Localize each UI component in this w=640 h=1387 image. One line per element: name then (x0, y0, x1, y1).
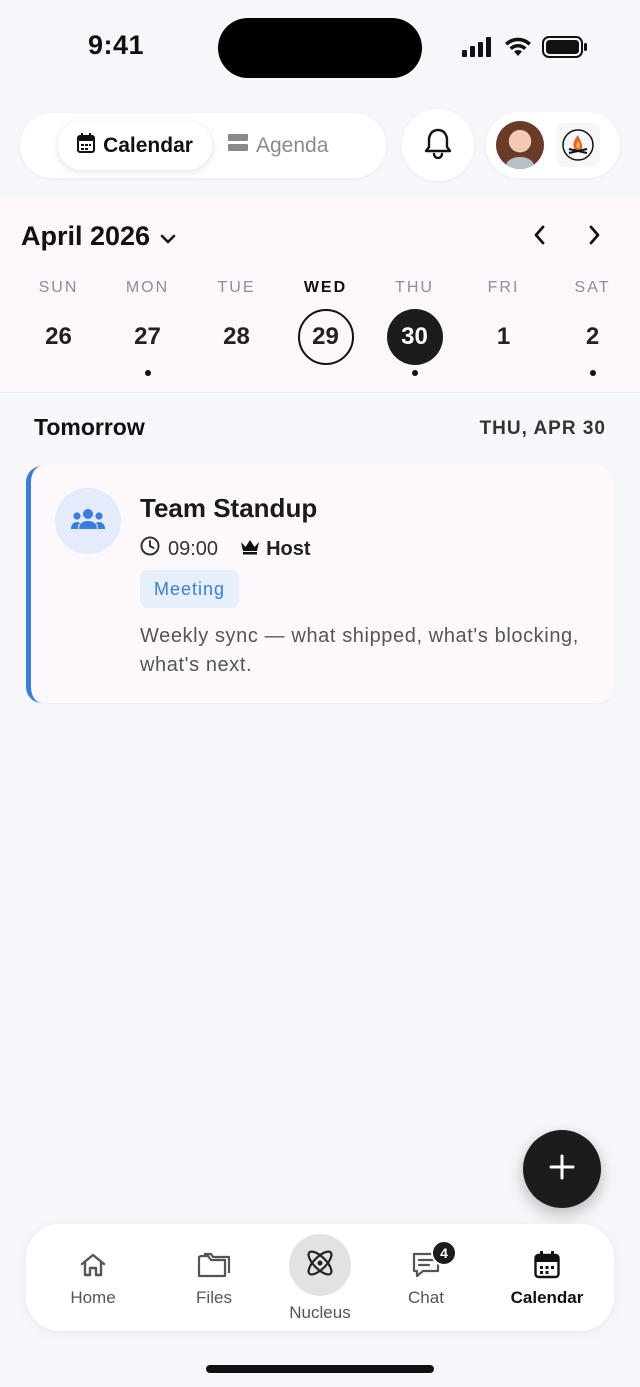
clock-icon (140, 536, 160, 562)
day-name: SUN (38, 279, 79, 296)
event-indicator-dot (589, 370, 596, 376)
home-icon (38, 1248, 148, 1282)
event-type-badge (55, 488, 121, 554)
nav-chat[interactable]: 4 Chat (371, 1224, 481, 1331)
day-name: TUE (217, 279, 256, 296)
day-mon[interactable]: MON 27 (103, 277, 192, 387)
agenda-view-tab[interactable]: Agenda (228, 121, 348, 170)
day-name: WED (303, 279, 348, 296)
nav-calendar[interactable]: Calendar (492, 1224, 602, 1331)
event-title: Team Standup (140, 493, 318, 523)
day-name: FRI (487, 279, 520, 296)
event-indicator-dot (144, 370, 151, 376)
event-category-tag: Meeting (140, 570, 240, 608)
status-time: 9:41 (88, 30, 145, 60)
campfire-logo-icon[interactable] (556, 123, 600, 167)
day-sun[interactable]: SUN 26 (14, 277, 103, 387)
day-number: 27 (134, 323, 161, 350)
event-meta: 09:00 Host (140, 536, 311, 562)
chat-icon: 4 (371, 1240, 481, 1282)
nav-home-label: Home (70, 1288, 116, 1307)
crown-icon (240, 538, 260, 561)
month-selector[interactable]: April 2026 (21, 221, 176, 252)
day-name: SAT (574, 279, 611, 296)
nav-calendar-label: Calendar (510, 1288, 584, 1307)
nav-nucleus[interactable] (289, 1234, 351, 1296)
event-indicator-dot (411, 370, 418, 376)
week-calendar: April 2026 SUN 26 MON 27 TUE 28 WED 29 T… (0, 197, 640, 393)
section-date: THU, APR 30 (479, 418, 606, 439)
group-icon (71, 508, 105, 535)
calendar-icon (77, 132, 96, 159)
day-thu[interactable]: THU 30 (370, 277, 459, 387)
event-card[interactable]: Team Standup 09:00 Host Meeting Weekly s… (26, 466, 614, 703)
nav-chat-label: Chat (408, 1288, 444, 1307)
day-wed[interactable]: WED 29 (281, 277, 370, 387)
calendar-view-label: Calendar (103, 133, 193, 157)
cellular-signal-icon (462, 37, 494, 62)
month-label: April 2026 (21, 221, 151, 251)
event-time: 09:00 (168, 537, 219, 560)
chevron-down-icon (160, 221, 176, 252)
nav-files-label: Files (196, 1288, 232, 1307)
atom-icon (303, 1246, 337, 1285)
folder-icon (159, 1248, 269, 1282)
day-number-selected: 30 (386, 309, 443, 365)
agenda-view-label: Agenda (256, 133, 329, 157)
avatar[interactable] (496, 121, 544, 169)
profile-switcher[interactable] (486, 112, 620, 178)
day-name: MON (125, 279, 170, 296)
home-indicator[interactable] (206, 1365, 434, 1373)
chevron-left-icon (532, 224, 546, 251)
bell-icon (423, 127, 453, 164)
day-number: 2 (585, 323, 600, 350)
day-fri[interactable]: FRI 1 (459, 277, 548, 387)
day-number: 26 (45, 323, 72, 350)
plus-icon (549, 1154, 575, 1185)
wifi-icon (504, 37, 532, 62)
notifications-button[interactable] (402, 109, 474, 181)
bottom-nav: Home Files Nucleus 4 Chat Calendar (26, 1224, 614, 1331)
view-toggle: Calendar Agenda (20, 113, 386, 178)
day-sat[interactable]: SAT 2 (548, 277, 637, 387)
week-row: SUN 26 MON 27 TUE 28 WED 29 THU 30 FRI 1… (14, 277, 638, 387)
status-bar: 9:41 (0, 0, 640, 96)
day-number-today: 29 (297, 309, 354, 365)
agenda-icon (228, 133, 248, 158)
nav-files[interactable]: Files (159, 1224, 269, 1331)
nav-nucleus-label: Nucleus (289, 1303, 351, 1322)
nav-home[interactable]: Home (38, 1224, 148, 1331)
day-number: 1 (496, 323, 511, 350)
event-role-label: Host (266, 537, 311, 560)
event-description: Weekly sync — what shipped, what's block… (140, 625, 579, 676)
event-role: Host (240, 537, 311, 561)
chevron-right-icon (588, 224, 602, 251)
chat-unread-badge: 4 (431, 1240, 457, 1266)
day-name: THU (395, 279, 434, 296)
calendar-view-tab[interactable]: Calendar (58, 121, 212, 170)
dynamic-island (218, 18, 422, 78)
section-title: Tomorrow (34, 414, 145, 440)
status-icons (462, 36, 588, 63)
day-tue[interactable]: TUE 28 (192, 277, 281, 387)
battery-icon (542, 36, 588, 63)
previous-week-button[interactable] (524, 219, 554, 255)
day-number: 28 (223, 323, 250, 350)
add-event-button[interactable] (523, 1130, 601, 1208)
next-week-button[interactable] (580, 219, 610, 255)
calendar-icon (492, 1248, 602, 1282)
